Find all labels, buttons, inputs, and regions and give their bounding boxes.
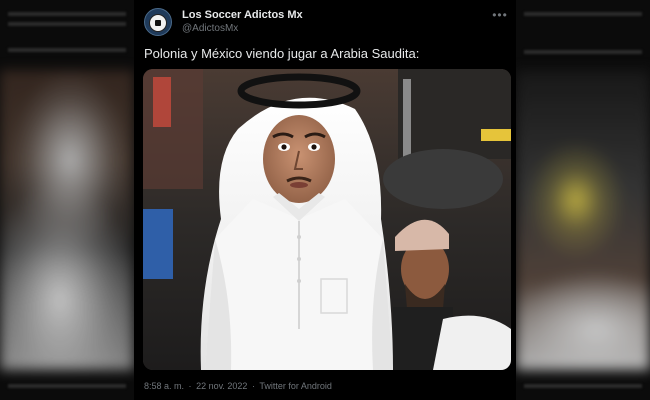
avatar[interactable] (144, 8, 172, 36)
soccer-ball-icon (149, 14, 167, 32)
more-horizontal-icon[interactable]: ••• (492, 9, 508, 22)
author-handle[interactable]: @AdictosMx (182, 23, 238, 34)
tweet-time[interactable]: 8:58 a. m. (144, 381, 184, 391)
meta-separator: · (188, 381, 192, 391)
tweet-card: Los Soccer Adictos Mx @AdictosMx ••• Pol… (134, 0, 516, 400)
author-display-name[interactable]: Los Soccer Adictos Mx (182, 9, 303, 21)
tweet-header: Los Soccer Adictos Mx @AdictosMx ••• (144, 8, 514, 38)
tweet-metadata: 8:58 a. m. · 22 nov. 2022 · Twitter for … (144, 381, 332, 391)
blurred-backdrop-left (0, 0, 134, 400)
photo-illustration (143, 69, 511, 370)
tweet-photo[interactable] (143, 69, 511, 370)
tweet-source: Twitter for Android (259, 381, 332, 391)
tweet-date[interactable]: 22 nov. 2022 (196, 381, 247, 391)
blurred-backdrop-right (516, 0, 650, 400)
tweet-text: Polonia y México viendo jugar a Arabia S… (144, 46, 420, 61)
meta-separator: · (251, 381, 255, 391)
